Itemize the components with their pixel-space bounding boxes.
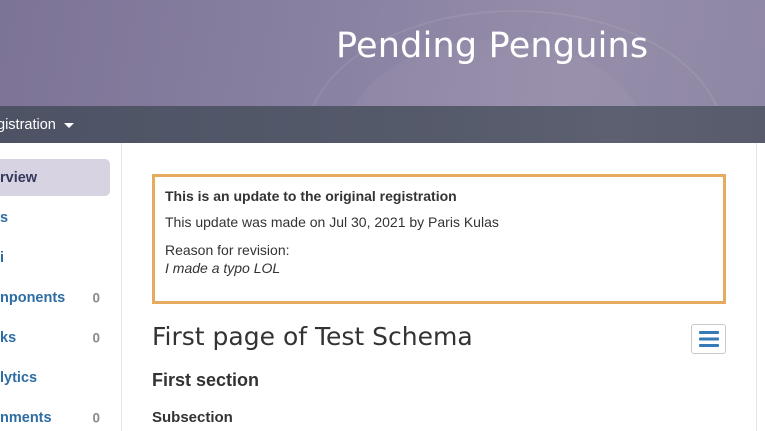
components-count: 0 xyxy=(92,290,100,305)
sidebar-item-analytics[interactable]: lytics xyxy=(0,359,110,396)
sidebar-item-label: rview xyxy=(0,169,38,186)
sidebar-item-comments[interactable]: nments 0 xyxy=(0,399,110,431)
sidebar-item-overview[interactable]: rview xyxy=(0,159,110,196)
sidebar-item-links[interactable]: ks 0 xyxy=(0,319,110,356)
sidebar-item-label: i xyxy=(0,249,5,266)
project-title: Pending Penguins xyxy=(336,26,649,66)
reason-label: Reason for revision: xyxy=(165,242,290,258)
table-of-contents-button[interactable] xyxy=(691,324,726,354)
registration-dropdown[interactable]: gistration xyxy=(0,106,74,143)
notice-title: This is an update to the original regist… xyxy=(165,188,457,204)
sidebar-item-label: s xyxy=(0,209,9,226)
links-count: 0 xyxy=(92,330,100,345)
project-navbar: gistration xyxy=(0,106,765,143)
reason-text: I made a typo LOL xyxy=(165,260,281,276)
sidebar-item-label: nments xyxy=(0,409,52,426)
section-title: First section xyxy=(152,370,260,390)
site-header: Pending Penguins xyxy=(0,0,765,106)
content-border xyxy=(756,143,757,431)
sidebar-item-wiki[interactable]: i xyxy=(0,239,110,276)
sidebar-item-components[interactable]: nponents 0 xyxy=(0,279,110,316)
sidebar-item-files[interactable]: s xyxy=(0,199,110,236)
update-notice: This is an update to the original regist… xyxy=(152,174,726,304)
page-title: First page of Test Schema xyxy=(152,322,473,351)
registration-dropdown-label: gistration xyxy=(0,116,56,133)
subsection-title: Subsection xyxy=(152,409,233,426)
sidebar: rview s i nponents 0 ks 0 lytics nments … xyxy=(0,143,122,431)
comments-count: 0 xyxy=(92,410,100,425)
sidebar-item-label: nponents xyxy=(0,289,66,306)
caret-down-icon xyxy=(63,123,74,128)
list-icon xyxy=(698,331,719,347)
sidebar-item-label: lytics xyxy=(0,369,38,386)
update-info: This update was made on Jul 30, 2021 by … xyxy=(165,214,499,230)
sidebar-item-label: ks xyxy=(0,329,17,346)
